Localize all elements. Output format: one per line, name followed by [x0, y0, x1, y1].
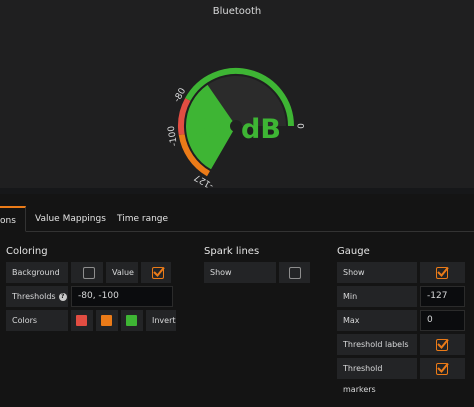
threshold-labels-cell[interactable] [420, 334, 465, 355]
checkmark-icon [437, 266, 449, 277]
color-swatch-cell-3[interactable] [121, 310, 143, 331]
spark-show-checkbox[interactable] [289, 267, 301, 279]
tab-options[interactable]: ons [0, 206, 26, 232]
value-checkbox[interactable] [152, 266, 165, 279]
threshold-markers-checkbox[interactable] [436, 362, 449, 375]
threshold-markers-label: Threshold markers [337, 358, 417, 394]
gauge-title: Gauge [337, 246, 370, 257]
spark-show-label: Show [204, 262, 276, 283]
gauge-show-checkbox[interactable] [436, 266, 449, 279]
color-swatch-green[interactable] [126, 315, 137, 326]
value-label: Value [106, 262, 138, 283]
background-toggle-cell[interactable] [71, 262, 103, 283]
invert-button[interactable]: Invert [146, 310, 176, 331]
color-swatch-red[interactable] [76, 315, 87, 326]
editor-tabs: ons Value Mappings Time range [0, 206, 474, 232]
panel-editor: ons Value Mappings Time range Coloring B… [0, 194, 474, 407]
thresholds-label-text: Thresholds [12, 292, 56, 301]
color-swatch-cell-2[interactable] [96, 310, 118, 331]
coloring-title: Coloring [6, 246, 48, 257]
threshold-markers-cell[interactable] [420, 358, 465, 379]
checkmark-icon [437, 338, 449, 349]
spark-show-cell[interactable] [279, 262, 310, 283]
spark-lines-title: Spark lines [204, 246, 260, 257]
gauge: -127-100-800 [167, 68, 305, 188]
colors-label: Colors [6, 310, 68, 331]
thresholds-input[interactable]: -80, -100 [71, 286, 173, 307]
checkmark-icon [437, 362, 449, 373]
threshold-labels-label: Threshold labels [337, 334, 417, 355]
tab-time-range[interactable]: Time range [111, 206, 174, 232]
gauge-min-label: Min [337, 286, 417, 307]
gauge-max-label: Max [337, 310, 417, 331]
thresholds-label: Thresholds? [6, 286, 68, 307]
gauge-value: 66 dB [194, 114, 281, 145]
tab-value-mappings[interactable]: Value Mappings [29, 206, 112, 232]
gauge-min-input[interactable]: -127 [420, 286, 465, 307]
checkmark-icon [153, 266, 165, 277]
value-toggle-cell[interactable] [141, 262, 171, 283]
threshold-labels-checkbox[interactable] [436, 338, 449, 351]
background-checkbox[interactable] [83, 267, 95, 279]
gauge-show-cell[interactable] [420, 262, 465, 283]
color-swatch-orange[interactable] [101, 315, 112, 326]
gauge-panel: Bluetooth -127 -100 -80 0 66 dB [0, 0, 474, 188]
help-icon[interactable]: ? [58, 293, 67, 301]
background-label: Background [6, 262, 68, 283]
gauge-max-input[interactable]: 0 [420, 310, 465, 331]
color-swatch-cell-1[interactable] [71, 310, 93, 331]
gauge-show-label: Show [337, 262, 417, 283]
